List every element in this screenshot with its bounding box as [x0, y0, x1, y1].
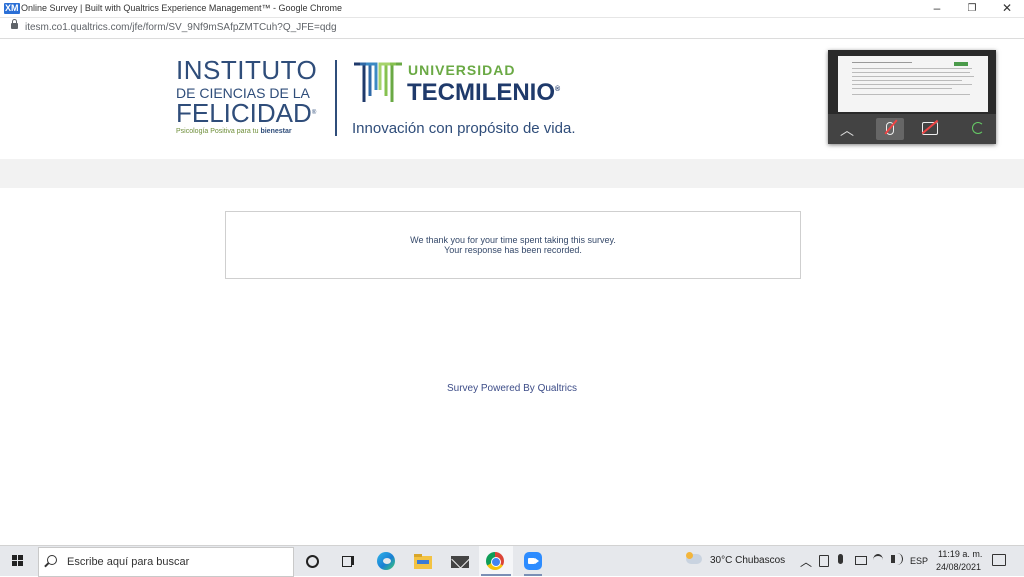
restore-button[interactable]: ❐: [955, 0, 989, 17]
tecmilenio-reg: ®: [555, 86, 561, 93]
microphone-icon[interactable]: [838, 554, 843, 564]
registered-mark: ®: [311, 110, 317, 116]
weather-text[interactable]: 30°C Chubascos: [710, 555, 785, 566]
tecmilenio-slogan: Innovación con propósito de vida.: [352, 120, 576, 137]
edge-icon[interactable]: [375, 550, 397, 572]
url-text[interactable]: itesm.co1.qualtrics.com/jfe/form/SV_9Nf9…: [25, 22, 337, 33]
minimize-button[interactable]: –: [920, 0, 954, 17]
zoom-icon[interactable]: [522, 550, 544, 576]
close-button[interactable]: ✕: [990, 0, 1024, 17]
clock-date[interactable]: 24/08/2021: [936, 562, 981, 572]
instituto-tagline-bold: bienestar: [260, 128, 292, 135]
tecmilenio-mark-icon: [354, 62, 402, 102]
instituto-tagline: Psicología Positiva para tu bienestar: [176, 128, 292, 135]
wifi-icon[interactable]: [873, 554, 883, 566]
logo-divider: [335, 60, 337, 136]
zoom-shared-screen-preview: [838, 56, 988, 112]
weather-sun-icon: [686, 552, 693, 559]
windows-start-icon[interactable]: [12, 555, 24, 567]
zoom-controls: ︿: [828, 114, 996, 144]
taskbar-search-box[interactable]: Escribe aquí para buscar: [38, 547, 294, 577]
lock-icon[interactable]: [11, 19, 18, 29]
instituto-line3-text: FELICIDAD: [176, 98, 312, 128]
chrome-taskbar-button[interactable]: [479, 546, 513, 576]
response-recorded-message: Your response has been recorded.: [444, 245, 582, 255]
task-view-icon[interactable]: [337, 550, 359, 572]
zoom-share-thumbnail[interactable]: ︿: [828, 50, 996, 144]
qualtrics-favicon-icon: XM: [4, 3, 20, 14]
language-indicator[interactable]: ESP: [910, 556, 928, 566]
instituto-line3: FELICIDAD®: [176, 99, 316, 127]
thanks-message: We thank you for your time spent taking …: [410, 235, 616, 245]
clock-time[interactable]: 11:19 a. m.: [938, 549, 982, 559]
volume-icon[interactable]: [891, 555, 895, 563]
file-explorer-icon[interactable]: [412, 550, 434, 572]
battery-icon[interactable]: [855, 556, 867, 565]
end-of-survey-message-box: We thank you for your time spent taking …: [225, 211, 801, 279]
tecmilenio-name-text: TECMILENIO: [407, 79, 555, 106]
search-icon: [47, 555, 57, 565]
address-bar[interactable]: itesm.co1.qualtrics.com/jfe/form/SV_9Nf9…: [0, 18, 1024, 39]
instituto-tagline-prefix: Psicología Positiva para tu: [176, 128, 259, 135]
tecmilenio-name: TECMILENIO®: [407, 79, 560, 107]
mail-icon[interactable]: [449, 550, 471, 572]
powered-by-qualtrics-link[interactable]: Survey Powered By Qualtrics: [0, 383, 1024, 394]
chevron-up-icon[interactable]: ︿: [800, 553, 812, 570]
instituto-line1: INSTITUTO: [176, 55, 318, 85]
taskbar-search-placeholder[interactable]: Escribe aquí para buscar: [67, 556, 189, 568]
window-title-bar: XM Online Survey | Built with Qualtrics …: [0, 0, 1024, 18]
window-title: Online Survey | Built with Qualtrics Exp…: [21, 3, 342, 13]
share-screen-icon[interactable]: [972, 122, 984, 134]
meet-now-icon[interactable]: [819, 555, 829, 567]
tecmilenio-universidad: UNIVERSIDAD: [408, 62, 516, 78]
cortana-icon[interactable]: [301, 550, 323, 572]
header-band: [0, 159, 1024, 188]
notification-center-icon[interactable]: [992, 554, 1006, 566]
volume-wave-icon: [896, 553, 903, 565]
windows-taskbar: Escribe aquí para buscar 30°C Chubascos …: [0, 545, 1024, 577]
chevron-up-icon[interactable]: ︿: [840, 120, 854, 140]
